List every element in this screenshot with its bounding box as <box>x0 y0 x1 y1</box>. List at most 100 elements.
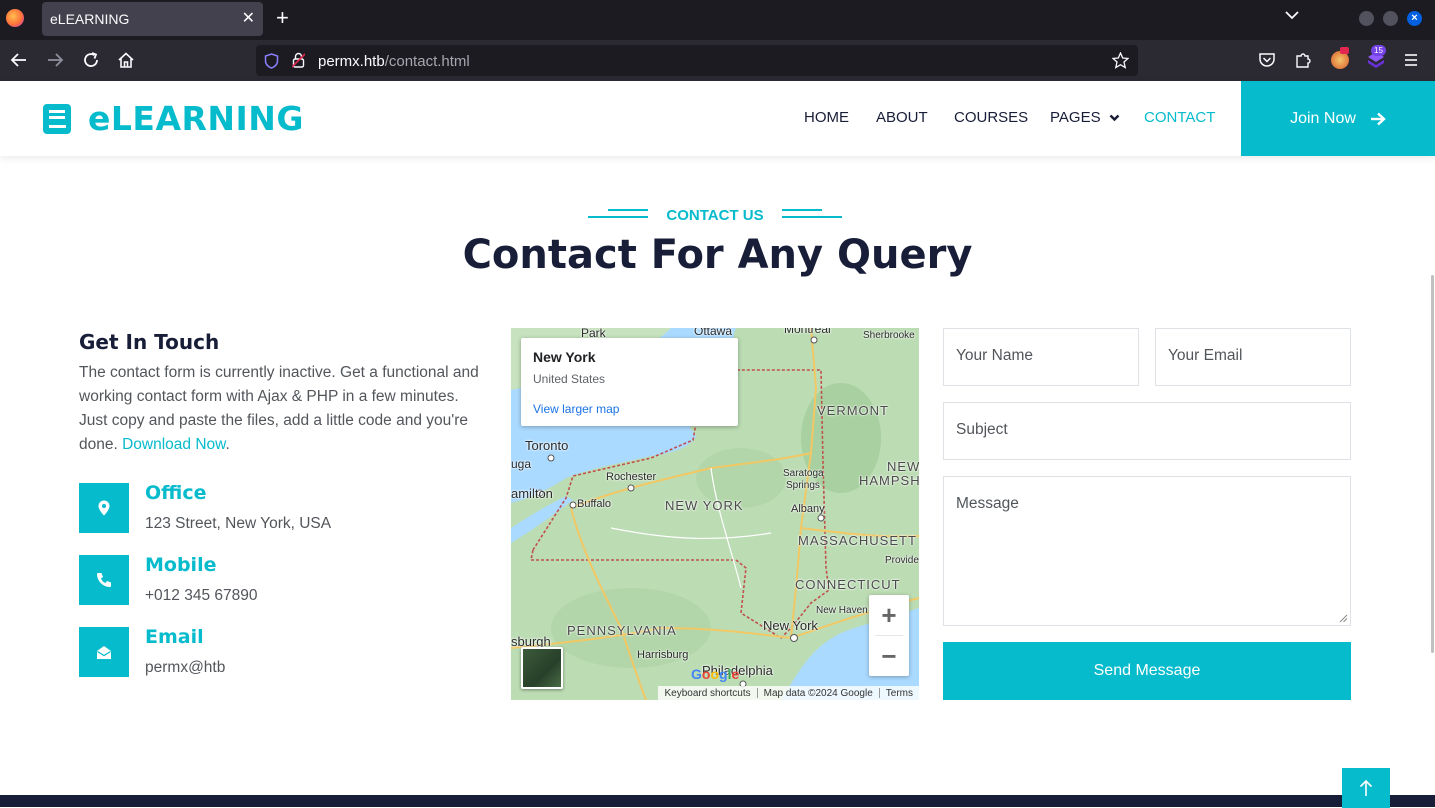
office-title: Office <box>145 482 207 504</box>
view-larger-map-link[interactable]: View larger map <box>533 402 619 416</box>
footer-strip <box>0 795 1435 807</box>
list-all-tabs-icon[interactable] <box>1285 10 1299 20</box>
email-title: Email <box>145 626 204 648</box>
minimize-window-icon[interactable] <box>1359 11 1374 26</box>
map-attribution: Keyboard shortcuts Map data ©2024 Google… <box>658 686 919 700</box>
map-label-new-york-state: NEW YORK <box>665 498 744 513</box>
map-place-title: New York <box>533 349 596 365</box>
map-label-uga: uga <box>511 457 532 471</box>
hamburger-menu-icon[interactable] <box>1402 51 1420 69</box>
brand-logo[interactable]: eLEARNING <box>42 99 304 138</box>
pocket-icon[interactable] <box>1258 51 1276 69</box>
browser-nav-bar: permx.htb/contact.html <box>0 40 1435 81</box>
back-arrow-icon[interactable] <box>10 51 28 69</box>
book-icon <box>43 103 71 134</box>
tab-close-icon[interactable]: ✕ <box>242 8 255 28</box>
site-header: eLEARNING HOME ABOUT COURSES PAGES CONTA… <box>0 81 1435 156</box>
bookmark-star-icon[interactable] <box>1112 52 1129 69</box>
insecure-lock-icon[interactable] <box>292 52 305 68</box>
subject-placeholder: Subject <box>956 421 1008 438</box>
map-place-subtitle: United States <box>533 372 606 386</box>
extension-badge-count: 15 <box>1371 45 1386 56</box>
terms-link[interactable]: Terms <box>886 688 913 699</box>
zoom-out-button[interactable]: − <box>869 636 909 676</box>
message-field[interactable]: Message <box>943 476 1351 626</box>
download-now-link[interactable]: Download Now <box>122 436 225 453</box>
contact-email: Email permx@htb <box>79 626 479 677</box>
url-bar[interactable]: permx.htb/contact.html <box>256 45 1138 76</box>
home-icon[interactable] <box>117 51 135 69</box>
reload-icon[interactable] <box>82 51 100 69</box>
map-label-toronto: Toronto <box>525 438 569 453</box>
keyboard-shortcuts-link[interactable]: Keyboard shortcuts <box>664 688 750 699</box>
message-placeholder: Message <box>956 495 1019 512</box>
location-pin-icon <box>79 483 129 533</box>
subject-field[interactable]: Subject <box>943 402 1351 460</box>
map-label-pennsylvania: PENNSYLVANIA <box>567 623 677 638</box>
name-field[interactable]: Your Name <box>943 328 1139 386</box>
join-now-label: Join Now <box>1290 109 1356 127</box>
map-label-connecticut: CONNECTICUT <box>795 577 901 592</box>
map-label-vermont: VERMONT <box>817 403 889 418</box>
map-label-buffalo: Buffalo <box>577 498 612 510</box>
arrow-up-icon <box>1359 779 1373 796</box>
send-message-button[interactable]: Send Message <box>943 642 1351 700</box>
back-to-top-button[interactable] <box>1342 768 1390 808</box>
nav-pages[interactable]: PAGES <box>1050 109 1120 126</box>
join-now-button[interactable]: Join Now <box>1241 81 1435 156</box>
new-tab-icon[interactable]: + <box>276 6 289 30</box>
map-label-new-york-city: New York <box>763 618 818 633</box>
map-label-albany: Albany <box>791 503 825 515</box>
eyebrow-text: CONTACT US <box>666 207 764 224</box>
map-data-text: Map data ©2024 Google <box>763 687 873 699</box>
attribution-separator <box>756 688 758 698</box>
browser-tab-active[interactable]: eLEARNING ✕ <box>42 2 263 36</box>
get-in-touch-title: Get In Touch <box>79 330 220 354</box>
map-label-montreal: Montreal <box>784 328 831 336</box>
tracking-protection-shield-icon[interactable] <box>264 53 279 69</box>
nav-pages-label: PAGES <box>1050 109 1101 126</box>
map-label-harrisburg: Harrisburg <box>637 649 689 661</box>
map-label-sherbrooke: Sherbrooke <box>863 330 915 341</box>
map-label-hampsh: HAMPSH <box>859 473 919 488</box>
nav-home[interactable]: HOME <box>804 109 849 126</box>
mobile-number: +012 345 67890 <box>145 587 258 604</box>
nav-contact[interactable]: CONTACT <box>1144 109 1215 126</box>
email-address: permx@htb <box>145 659 226 676</box>
section-eyebrow: CONTACT US <box>588 206 842 226</box>
resize-grip-icon[interactable] <box>1339 614 1348 623</box>
page-scrollbar[interactable] <box>1431 275 1434 653</box>
url-text: permx.htb/contact.html <box>318 53 470 70</box>
phone-icon <box>79 555 129 605</box>
close-window-icon[interactable]: × <box>1407 11 1422 26</box>
map-label-massachusetts: MASSACHUSETT <box>798 533 917 548</box>
browser-tab-bar: eLEARNING ✕ + × <box>0 0 1435 40</box>
map-zoom-controls: + − <box>869 595 909 676</box>
map-label-ottawa: Ottawa <box>694 328 733 338</box>
office-address: 123 Street, New York, USA <box>145 515 332 532</box>
satellite-layer-toggle[interactable] <box>521 647 563 689</box>
google-map[interactable]: Park Ottawa Montreal Sherbrooke VERMONT … <box>511 328 919 700</box>
nav-about[interactable]: ABOUT <box>876 109 928 126</box>
map-label-hamilton: amilton <box>511 486 553 501</box>
map-label-new-haven: New Haven <box>816 605 868 616</box>
attribution-separator <box>878 688 880 698</box>
extension-alert-dot-icon <box>1340 47 1349 54</box>
firefox-logo-icon <box>6 9 24 27</box>
map-label-rochester: Rochester <box>606 471 657 483</box>
name-placeholder: Your Name <box>956 347 1033 364</box>
forward-arrow-icon[interactable] <box>46 51 64 69</box>
arrow-right-icon <box>1370 112 1386 125</box>
maximize-window-icon[interactable] <box>1383 11 1398 26</box>
map-label-saratoga: Saratoga <box>783 468 824 479</box>
brand-name: eLEARNING <box>88 99 305 138</box>
map-label-new: NEW <box>887 459 919 474</box>
mobile-title: Mobile <box>145 554 217 576</box>
extensions-puzzle-icon[interactable] <box>1294 51 1312 69</box>
get-in-touch-text: The contact form is currently inactive. … <box>79 364 479 453</box>
nav-courses[interactable]: COURSES <box>954 109 1028 126</box>
contact-mobile: Mobile +012 345 67890 <box>79 554 479 605</box>
page-title: Contact For Any Query <box>462 232 973 278</box>
zoom-in-button[interactable]: + <box>869 595 909 635</box>
email-field[interactable]: Your Email <box>1155 328 1351 386</box>
